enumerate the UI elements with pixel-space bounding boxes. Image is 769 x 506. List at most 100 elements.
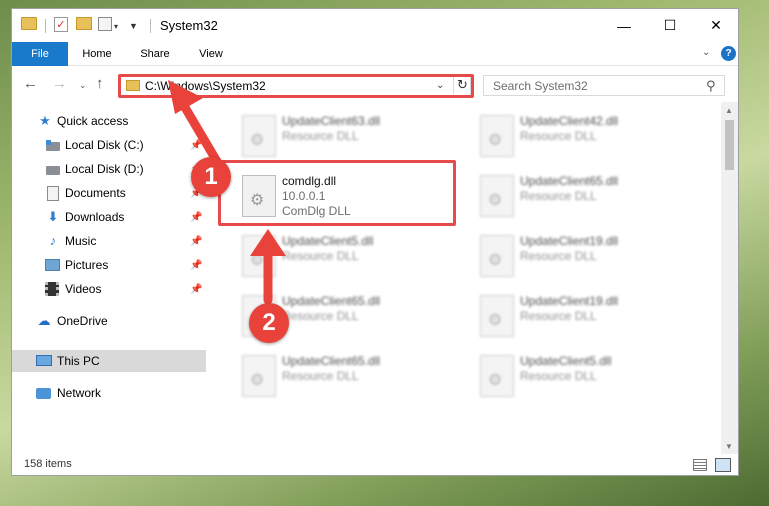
nav-label: This PC — [57, 354, 100, 368]
scroll-up-icon[interactable]: ▲ — [725, 106, 733, 115]
file-description: Resource DLL — [520, 369, 597, 383]
file-description: Resource DLL — [520, 249, 597, 263]
nav-label: Quick access — [57, 114, 129, 128]
file-item[interactable]: ⚙ UpdateClient5.dll Resource DLL — [468, 350, 698, 402]
nav-item-quick-access[interactable]: ★ Quick access — [12, 110, 206, 132]
customize-toolbar-icon[interactable]: ▼ — [129, 17, 138, 35]
search-input[interactable] — [484, 76, 699, 95]
recent-locations-icon[interactable]: ⌄ — [79, 80, 87, 91]
network-icon — [36, 386, 52, 400]
nav-label: OneDrive — [57, 314, 108, 328]
file-description: ComDlg DLL — [282, 204, 351, 218]
file-item[interactable]: ⚙ UpdateClient65.dll Resource DLL — [230, 350, 460, 402]
nav-item-pictures[interactable]: Pictures 📌 — [12, 254, 206, 276]
file-item[interactable]: ⚙ UpdateClient65.dll Resource DLL — [468, 170, 698, 222]
address-path[interactable]: C:\Windows\System32 — [145, 79, 266, 93]
nav-label: Documents — [65, 186, 126, 200]
file-name: UpdateClient5.dll — [282, 234, 374, 248]
properties-icon[interactable] — [98, 17, 112, 31]
music-icon: ♪ — [49, 233, 57, 248]
dll-file-icon: ⚙ — [242, 355, 276, 397]
file-description: Resource DLL — [520, 309, 597, 323]
file-name: UpdateClient65.dll — [282, 294, 381, 308]
file-item[interactable]: ⚙ UpdateClient63.dll Resource DLL — [230, 110, 460, 162]
step-1-badge: 1 — [191, 157, 231, 197]
file-version: 10.0.0.1 — [282, 189, 326, 203]
folder-icon — [126, 80, 140, 91]
window-title: System32 — [160, 18, 218, 33]
file-name: UpdateClient19.dll — [520, 294, 619, 308]
details-view-icon[interactable] — [693, 459, 707, 471]
nav-item-local-disk-c[interactable]: Local Disk (C:) 📌 — [12, 134, 206, 156]
scrollbar-thumb[interactable] — [725, 120, 734, 170]
pin-icon: 📌 — [190, 235, 203, 247]
nav-item-documents[interactable]: Documents 📌 — [12, 182, 206, 204]
nav-item-videos[interactable]: Videos 📌 — [12, 278, 206, 300]
help-icon[interactable]: ? — [721, 46, 736, 61]
nav-label: Network — [57, 386, 102, 400]
maximize-button[interactable]: ☐ — [647, 9, 693, 42]
file-description: Resource DLL — [520, 189, 597, 203]
tab-file[interactable]: File — [12, 42, 68, 66]
nav-item-local-disk-d[interactable]: Local Disk (D:) 📌 — [12, 158, 206, 180]
nav-label: Local Disk (C:) — [65, 138, 144, 152]
file-name: UpdateClient42.dll — [520, 114, 619, 128]
search-box[interactable]: ⚲ — [483, 75, 725, 96]
nav-item-music[interactable]: ♪ Music 📌 — [12, 230, 206, 252]
file-description: Resource DLL — [282, 309, 359, 323]
file-description: Resource DLL — [520, 129, 597, 143]
file-name: UpdateClient63.dll — [282, 114, 381, 128]
file-item-comdlg[interactable]: ⚙ comdlg.dll 10.0.0.1 ComDlg DLL — [230, 170, 460, 222]
tab-share[interactable]: Share — [128, 42, 182, 66]
back-button[interactable]: ← — [23, 75, 38, 92]
forward-button[interactable]: → — [52, 75, 67, 92]
pictures-icon — [45, 258, 61, 272]
nav-item-network[interactable]: Network — [12, 382, 206, 404]
toolbar-divider — [150, 19, 151, 33]
file-item[interactable]: ⚙ UpdateClient5.dll Resource DLL — [230, 230, 460, 282]
address-dropdown-icon[interactable]: ⌄ — [436, 80, 444, 91]
drive-icon — [45, 138, 61, 152]
file-list: ⚙ UpdateClient63.dll Resource DLL ⚙ comd… — [207, 102, 721, 454]
file-explorer-window: ✓ ▾ ▼ System32 — ☐ ✕ File Home Share Vie… — [11, 8, 739, 476]
file-item[interactable]: ⚙ UpdateClient19.dll Resource DLL — [468, 230, 698, 282]
minimize-button[interactable]: — — [601, 9, 647, 42]
pin-icon: 📌 — [190, 259, 203, 271]
properties-check-icon[interactable]: ✓ — [54, 17, 68, 32]
drive-icon — [45, 162, 61, 176]
nav-item-downloads[interactable]: ⬇ Downloads 📌 — [12, 206, 206, 228]
dll-file-icon: ⚙ — [480, 175, 514, 217]
new-folder-icon[interactable] — [76, 17, 92, 30]
address-bar[interactable]: C:\Windows\System32 ⌄ ↻ — [119, 75, 471, 96]
file-description: Resource DLL — [282, 129, 359, 143]
cloud-icon: ☁ — [37, 313, 51, 328]
status-bar: 158 items — [12, 454, 738, 475]
file-item[interactable]: ⚙ UpdateClient19.dll Resource DLL — [468, 290, 698, 342]
navigation-bar: ← → ⌄ ↑ C:\Windows\System32 ⌄ ↻ ⚲ — [12, 67, 738, 101]
documents-icon — [45, 186, 61, 201]
title-bar: ✓ ▾ ▼ System32 — ☐ ✕ — [12, 9, 738, 42]
file-name: UpdateClient5.dll — [520, 354, 612, 368]
file-description: Resource DLL — [282, 369, 359, 383]
refresh-button[interactable]: ↻ — [453, 77, 471, 94]
tab-home[interactable]: Home — [70, 42, 124, 66]
nav-item-onedrive[interactable]: ☁ OneDrive — [12, 310, 206, 332]
close-button[interactable]: ✕ — [693, 9, 738, 42]
step-2-badge: 2 — [249, 303, 289, 343]
tab-view[interactable]: View — [184, 42, 238, 66]
file-item[interactable]: ⚙ UpdateClient42.dll Resource DLL — [468, 110, 698, 162]
large-icons-view-icon[interactable] — [715, 458, 731, 472]
nav-label: Pictures — [65, 258, 109, 272]
item-count: 158 items — [24, 458, 72, 470]
up-button[interactable]: ↑ — [96, 75, 104, 92]
nav-item-this-pc[interactable]: This PC — [12, 350, 206, 372]
dll-file-icon: ⚙ — [480, 235, 514, 277]
vertical-scrollbar[interactable]: ▲ ▼ — [721, 102, 738, 454]
file-name: UpdateClient65.dll — [282, 354, 381, 368]
search-icon[interactable]: ⚲ — [706, 78, 716, 94]
scroll-down-icon[interactable]: ▼ — [725, 442, 733, 451]
chevron-down-icon[interactable]: ▾ — [114, 17, 118, 35]
expand-ribbon-icon[interactable]: ⌄ — [702, 47, 710, 58]
download-icon: ⬇ — [47, 209, 59, 224]
file-name: UpdateClient65.dll — [520, 174, 619, 188]
